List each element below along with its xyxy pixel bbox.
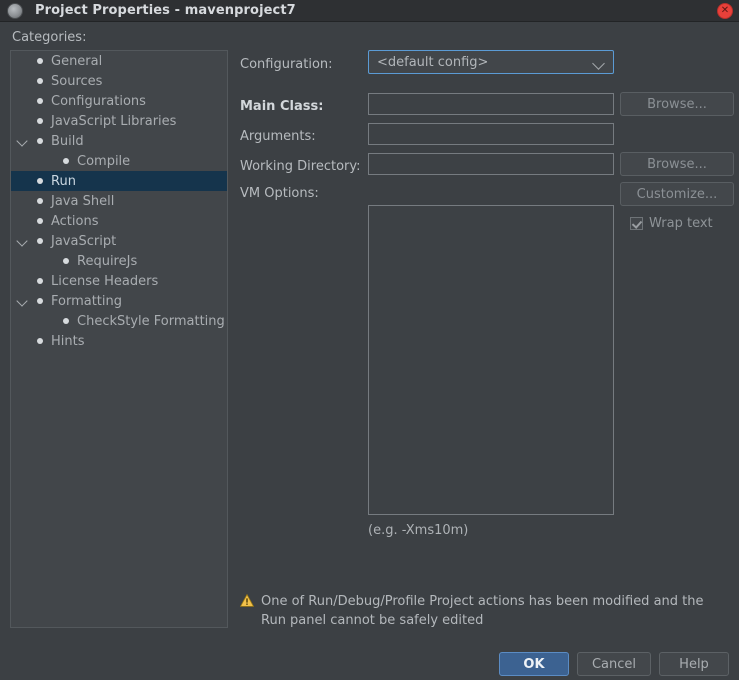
ok-button[interactable]: OK: [498, 652, 569, 676]
configuration-value: <default config>: [377, 54, 489, 70]
bullet-icon: [37, 178, 43, 184]
chevron-down-icon[interactable]: [17, 135, 29, 147]
bullet-icon: [37, 278, 43, 284]
sidebar-item-hints[interactable]: Hints: [11, 331, 227, 351]
main-class-row: Main Class:: [240, 96, 368, 115]
sidebar-item-formatting[interactable]: Formatting: [11, 291, 227, 311]
sidebar-item-run[interactable]: Run: [11, 171, 227, 191]
arguments-label: Arguments:: [240, 129, 316, 144]
sidebar-item-label: Actions: [51, 213, 99, 229]
warning-line-2: Run panel cannot be safely edited: [261, 613, 484, 628]
vm-options-hint: (e.g. -Xms10m): [368, 523, 469, 538]
sidebar-item-label: Run: [51, 173, 76, 189]
chevron-down-icon[interactable]: [17, 295, 29, 307]
tree-expander-spacer: [17, 95, 29, 107]
chevron-down-icon: [592, 57, 605, 70]
window-title: Project Properties - mavenproject7: [35, 3, 296, 18]
tree-expander-spacer: [17, 255, 29, 267]
working-directory-browse-button[interactable]: Browse...: [620, 152, 734, 176]
sidebar-item-label: Hints: [51, 333, 85, 349]
sidebar-item-requirejs[interactable]: RequireJs: [11, 251, 227, 271]
vm-options-customize-button[interactable]: Customize...: [620, 182, 734, 206]
bullet-icon: [37, 98, 43, 104]
warning-line-1: One of Run/Debug/Profile Project actions…: [261, 594, 704, 609]
working-directory-label: Working Directory:: [240, 159, 361, 174]
warning-triangle-icon: [240, 594, 254, 607]
tree-expander-spacer: [17, 55, 29, 67]
tree-expander-spacer: [17, 155, 29, 167]
bullet-icon: [37, 118, 43, 124]
configuration-row: Configuration:: [240, 54, 368, 73]
cancel-button[interactable]: Cancel: [576, 652, 651, 676]
sidebar-item-label: Compile: [77, 153, 131, 169]
sidebar-item-java-shell[interactable]: Java Shell: [11, 191, 227, 211]
vm-options-row: VM Options:: [240, 183, 368, 202]
bullet-icon: [37, 338, 43, 344]
window-menu-icon[interactable]: [7, 2, 23, 19]
tree-expander-spacer: [17, 195, 29, 207]
wrap-text-checkbox[interactable]: [630, 217, 643, 230]
close-icon[interactable]: ✕: [717, 3, 733, 19]
bullet-icon: [37, 198, 43, 204]
dialog-button-bar: OK Cancel Help: [498, 652, 729, 676]
main-class-browse-button[interactable]: Browse...: [620, 92, 734, 116]
main-class-input[interactable]: [368, 93, 614, 115]
sidebar-item-label: JavaScript: [51, 233, 117, 249]
sidebar-item-javascript-libraries[interactable]: JavaScript Libraries: [11, 111, 227, 131]
bullet-icon: [37, 58, 43, 64]
sidebar-item-license-headers[interactable]: License Headers: [11, 271, 227, 291]
vm-options-label: VM Options:: [240, 186, 319, 201]
sidebar-item-label: Sources: [51, 73, 103, 89]
configuration-select[interactable]: <default config>: [368, 50, 614, 74]
working-directory-input[interactable]: [368, 153, 614, 175]
arguments-row: Arguments:: [240, 126, 368, 145]
tree-expander-spacer: [17, 215, 29, 227]
sidebar-item-label: Formatting: [51, 293, 123, 309]
bullet-icon: [63, 158, 69, 164]
sidebar-item-label: General: [51, 53, 103, 69]
working-directory-row: Working Directory:: [240, 156, 368, 175]
categories-label: Categories:: [12, 30, 87, 45]
categories-tree[interactable]: General Sources Configurations JavaScript L…: [10, 50, 228, 628]
sidebar-item-label: Java Shell: [51, 193, 115, 209]
window-titlebar: Project Properties - mavenproject7 ✕: [0, 0, 739, 22]
sidebar-item-checkstyle-formatting[interactable]: CheckStyle Formatting: [11, 311, 227, 331]
sidebar-item-build[interactable]: Build: [11, 131, 227, 151]
sidebar-item-general[interactable]: General: [11, 51, 227, 71]
sidebar-item-javascript[interactable]: JavaScript: [11, 231, 227, 251]
tree-expander-spacer: [17, 315, 29, 327]
arguments-input[interactable]: [368, 123, 614, 145]
sidebar-item-actions[interactable]: Actions: [11, 211, 227, 231]
sidebar-item-label: Configurations: [51, 93, 146, 109]
warning-message: One of Run/Debug/Profile Project actions…: [240, 592, 720, 630]
tree-expander-spacer: [17, 275, 29, 287]
bullet-icon: [63, 318, 69, 324]
vm-options-textarea[interactable]: [368, 205, 614, 515]
bullet-icon: [37, 238, 43, 244]
sidebar-item-configurations[interactable]: Configurations: [11, 91, 227, 111]
sidebar-item-label: License Headers: [51, 273, 159, 289]
configuration-label: Configuration:: [240, 57, 333, 72]
wrap-text-label: Wrap text: [649, 216, 713, 231]
tree-expander-spacer: [17, 75, 29, 87]
sidebar-item-compile[interactable]: Compile: [11, 151, 227, 171]
wrap-text-checkbox-row[interactable]: Wrap text: [630, 216, 713, 231]
tree-expander-spacer: [17, 115, 29, 127]
tree-expander-spacer: [17, 175, 29, 187]
bullet-icon: [37, 218, 43, 224]
sidebar-item-label: RequireJs: [77, 253, 138, 269]
bullet-icon: [63, 258, 69, 264]
bullet-icon: [37, 78, 43, 84]
main-class-label: Main Class:: [240, 99, 324, 114]
bullet-icon: [37, 138, 43, 144]
sidebar-item-label: CheckStyle Formatting: [77, 313, 225, 329]
tree-expander-spacer: [17, 335, 29, 347]
bullet-icon: [37, 298, 43, 304]
sidebar-item-sources[interactable]: Sources: [11, 71, 227, 91]
chevron-down-icon[interactable]: [17, 235, 29, 247]
help-button[interactable]: Help: [659, 652, 729, 676]
sidebar-item-label: Build: [51, 133, 84, 149]
sidebar-item-label: JavaScript Libraries: [51, 113, 177, 129]
